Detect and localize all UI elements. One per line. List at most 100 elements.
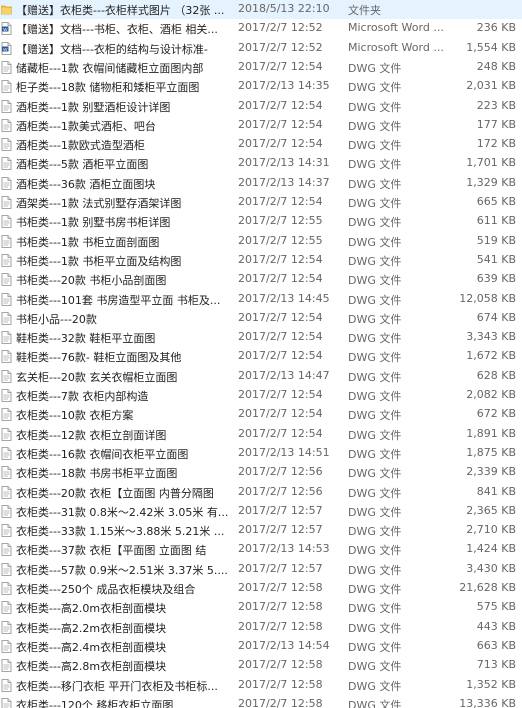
dwg-file-icon xyxy=(1,273,12,287)
file-size: 1,554 KB xyxy=(466,40,516,54)
svg-text:W: W xyxy=(3,46,8,51)
file-row[interactable]: W 【赠送】文档---衣柜的结构与设计标准- 2017/2/7 12:52 Micro… xyxy=(0,39,522,58)
file-row[interactable]: 【赠送】衣柜类---衣柜样式图片 （32张 ... 2018/5/13 22:10… xyxy=(0,0,522,20)
file-row[interactable]: 衣柜类---移门衣柜 平开门衣柜及书柜标... 2017/2/7 12:58 DWG… xyxy=(0,676,522,695)
file-row[interactable]: 衣柜类---18款 书房书柜平立面图 2017/2/7 12:56 DWG 文件 2,… xyxy=(0,463,522,482)
file-name: 衣柜类---7款 衣柜内部构造 xyxy=(16,390,149,403)
file-row[interactable]: 酒柜类---1款美式酒柜、吧台 2017/2/7 12:54 DWG 文件 177 K… xyxy=(0,116,522,135)
file-row[interactable]: 储藏柜---1款 衣帽间储藏柜立面图内部 2017/2/7 12:54 DWG 文件… xyxy=(0,58,522,77)
file-row[interactable]: 衣柜类---10款 衣柜方案 2017/2/7 12:54 DWG 文件 672 KB xyxy=(0,405,522,424)
file-type: DWG 文件 xyxy=(348,312,402,326)
dwg-file-icon xyxy=(1,389,12,402)
file-row[interactable]: 酒架类---1款 法式别墅存酒架详图 2017/2/7 12:54 DWG 文件 66… xyxy=(0,193,522,212)
file-row[interactable]: 鞋柜类---32款 鞋柜平立面图 2017/2/7 12:54 DWG 文件 3,34… xyxy=(0,328,522,347)
file-size: 665 KB xyxy=(476,195,516,208)
file-row[interactable]: 衣柜类---57款 0.9米～2.51米 3.37米 5.... 2017/2/7… xyxy=(0,560,522,579)
file-name: 书柜类---20款 书柜小品剖面图 xyxy=(16,274,167,288)
file-row[interactable]: 玄关柜---20款 玄关衣帽柜立面图 2017/2/13 14:47 DWG 文件 6… xyxy=(0,367,522,386)
file-type: DWG 文件 xyxy=(348,467,402,481)
file-row[interactable]: 柜子类---18款 储物柜和矮柜平立面图 2017/2/13 14:35 DWG 文… xyxy=(0,77,522,96)
file-type: Microsoft Word ... xyxy=(348,40,444,54)
file-size: 2,031 KB xyxy=(466,79,516,93)
file-row[interactable]: 酒柜类---5款 酒柜平立面图 2017/2/13 14:31 DWG 文件 1,70… xyxy=(0,154,522,173)
svg-text:W: W xyxy=(3,27,8,32)
file-name: 柜子类---18款 储物柜和矮柜平立面图 xyxy=(16,81,200,95)
file-type: DWG 文件 xyxy=(348,177,402,191)
file-type: DWG 文件 xyxy=(348,235,402,249)
dwg-file-icon xyxy=(1,659,12,673)
file-row[interactable]: 衣柜类---高2.4m衣柜剖面模块 2017/2/13 14:54 DWG 文件 66… xyxy=(0,637,522,656)
file-row[interactable]: 衣柜类---7款 衣柜内部构造 2017/2/7 12:54 DWG 文件 2,082… xyxy=(0,386,522,405)
file-modified-date: 2017/2/7 12:52 xyxy=(238,40,323,54)
file-name: 衣柜类---250个 成品衣柜模块及组合 xyxy=(16,583,196,596)
file-size: 1,329 KB xyxy=(466,175,516,189)
file-type: DWG 文件 xyxy=(348,254,402,268)
folder-icon xyxy=(1,3,12,16)
file-type: DWG 文件 xyxy=(348,409,402,423)
file-row[interactable]: W 【赠送】文档---书柜、衣柜、酒柜 相关... 2017/2/7 12:52 Mi… xyxy=(0,19,522,38)
file-name: 衣柜类---高2.8m衣柜剖面模块 xyxy=(16,660,167,674)
file-row[interactable]: 衣柜类---250个 成品衣柜模块及组合 2017/2/7 12:58 DWG 文件… xyxy=(0,579,522,598)
file-row[interactable]: 书柜类---101套 书房造型平立面 书柜及... 2017/2/13 14:45… xyxy=(0,290,522,309)
file-size: 2,082 KB xyxy=(466,388,516,401)
file-size: 3,343 KB xyxy=(466,330,516,344)
file-type: DWG 文件 xyxy=(348,640,402,654)
file-type: DWG 文件 xyxy=(348,563,402,577)
file-type: 文件夹 xyxy=(348,4,381,17)
file-size: 519 KB xyxy=(476,233,516,247)
file-row[interactable]: 衣柜类---16款 衣帽间衣柜平立面图 2017/2/13 14:51 DWG 文件… xyxy=(0,444,522,463)
file-type: DWG 文件 xyxy=(348,486,402,500)
file-modified-date: 2017/2/7 12:54 xyxy=(238,388,323,401)
file-type: DWG 文件 xyxy=(348,679,402,693)
file-row[interactable]: 书柜类---1款 书柜平立面及结构图 2017/2/7 12:54 DWG 文件 54… xyxy=(0,251,522,270)
file-row[interactable]: 书柜类---1款 别墅书房书柜详图 2017/2/7 12:55 DWG 文件 611… xyxy=(0,212,522,231)
file-name: 衣柜类---57款 0.9米～2.51米 3.37米 5.... xyxy=(16,563,228,577)
file-type: DWG 文件 xyxy=(348,390,402,403)
file-size: 3,430 KB xyxy=(466,561,516,575)
file-type: DWG 文件 xyxy=(348,100,402,114)
file-modified-date: 2017/2/13 14:47 xyxy=(238,368,330,382)
file-size: 575 KB xyxy=(476,600,516,614)
file-row[interactable]: 衣柜类---33款 1.15米～3.88米 5.21米 ... 2017/2/7 … xyxy=(0,521,522,540)
file-modified-date: 2017/2/7 12:54 xyxy=(238,349,323,363)
file-name: 酒架类---1款 法式别墅存酒架详图 xyxy=(16,197,182,210)
file-modified-date: 2017/2/13 14:35 xyxy=(238,79,330,93)
file-row[interactable]: 衣柜类---高2.2m衣柜剖面模块 2017/2/7 12:58 DWG 文件 443… xyxy=(0,618,522,637)
file-row[interactable]: 书柜类---1款 书柜立面剖面图 2017/2/7 12:55 DWG 文件 519 … xyxy=(0,232,522,251)
file-row[interactable]: 衣柜类---12款 衣柜立剖面详图 2017/2/7 12:54 DWG 文件 1,8… xyxy=(0,425,522,444)
file-row[interactable]: 衣柜类---31款 0.8米～2.42米 3.05米 有... 2017/2/7 … xyxy=(0,502,522,521)
file-size: 177 KB xyxy=(476,117,516,131)
file-row[interactable]: 衣柜类---120个 移柜衣柜立面图 2017/2/7 12:58 DWG 文件 13… xyxy=(0,695,522,708)
file-name: 书柜小品---20款 xyxy=(16,312,97,326)
file-type: DWG 文件 xyxy=(348,139,402,153)
file-row[interactable]: 酒柜类---36款 酒柜立面图块 2017/2/13 14:37 DWG 文件 1,3… xyxy=(0,174,522,193)
dwg-file-icon xyxy=(1,350,12,364)
file-size: 672 KB xyxy=(476,407,516,421)
file-type: DWG 文件 xyxy=(348,351,402,365)
file-name: 衣柜类---37款 衣柜【平面图 立面图 结 xyxy=(16,544,207,558)
file-type: DWG 文件 xyxy=(348,602,402,616)
file-modified-date: 2017/2/7 12:54 xyxy=(238,310,323,324)
dwg-file-icon xyxy=(1,485,12,499)
file-list: 【赠送】衣柜类---衣柜样式图片 （32张 ... 2018/5/13 22:10… xyxy=(0,0,522,708)
file-row[interactable]: 书柜小品---20款 2017/2/7 12:54 DWG 文件 674 KB xyxy=(0,309,522,328)
file-modified-date: 2017/2/13 14:54 xyxy=(238,638,330,652)
file-row[interactable]: 衣柜类---高2.0m衣柜剖面模块 2017/2/7 12:58 DWG 文件 575… xyxy=(0,598,522,617)
dwg-file-icon xyxy=(1,80,12,94)
file-type: DWG 文件 xyxy=(348,293,402,307)
file-row[interactable]: 酒柜类---1款 别墅酒柜设计详图 2017/2/7 12:54 DWG 文件 223… xyxy=(0,97,522,116)
dwg-file-icon xyxy=(1,562,12,576)
file-row[interactable]: 衣柜类---20款 衣柜【立面图 内普分隔图 2017/2/7 12:56 DWG … xyxy=(0,483,522,502)
file-row[interactable]: 衣柜类---高2.8m衣柜剖面模块 2017/2/7 12:58 DWG 文件 713… xyxy=(0,656,522,675)
file-type: DWG 文件 xyxy=(348,81,402,95)
file-size: 13,336 KB xyxy=(459,696,516,708)
file-modified-date: 2017/2/7 12:54 xyxy=(238,272,323,286)
dwg-file-icon xyxy=(1,369,12,383)
file-row[interactable]: 书柜类---20款 书柜小品剖面图 2017/2/7 12:54 DWG 文件 639… xyxy=(0,270,522,289)
file-name: 酒柜类---36款 酒柜立面图块 xyxy=(16,177,156,191)
file-row[interactable]: 酒柜类---1款欧式造型酒柜 2017/2/7 12:54 DWG 文件 172 KB xyxy=(0,135,522,154)
file-modified-date: 2017/2/7 12:56 xyxy=(238,484,323,498)
file-modified-date: 2017/2/13 14:53 xyxy=(238,542,330,556)
file-row[interactable]: 鞋柜类---76款- 鞋柜立面图及其他 2017/2/7 12:54 DWG 文件 1… xyxy=(0,347,522,366)
file-row[interactable]: 衣柜类---37款 衣柜【平面图 立面图 结 2017/2/13 14:53 DWG… xyxy=(0,540,522,559)
